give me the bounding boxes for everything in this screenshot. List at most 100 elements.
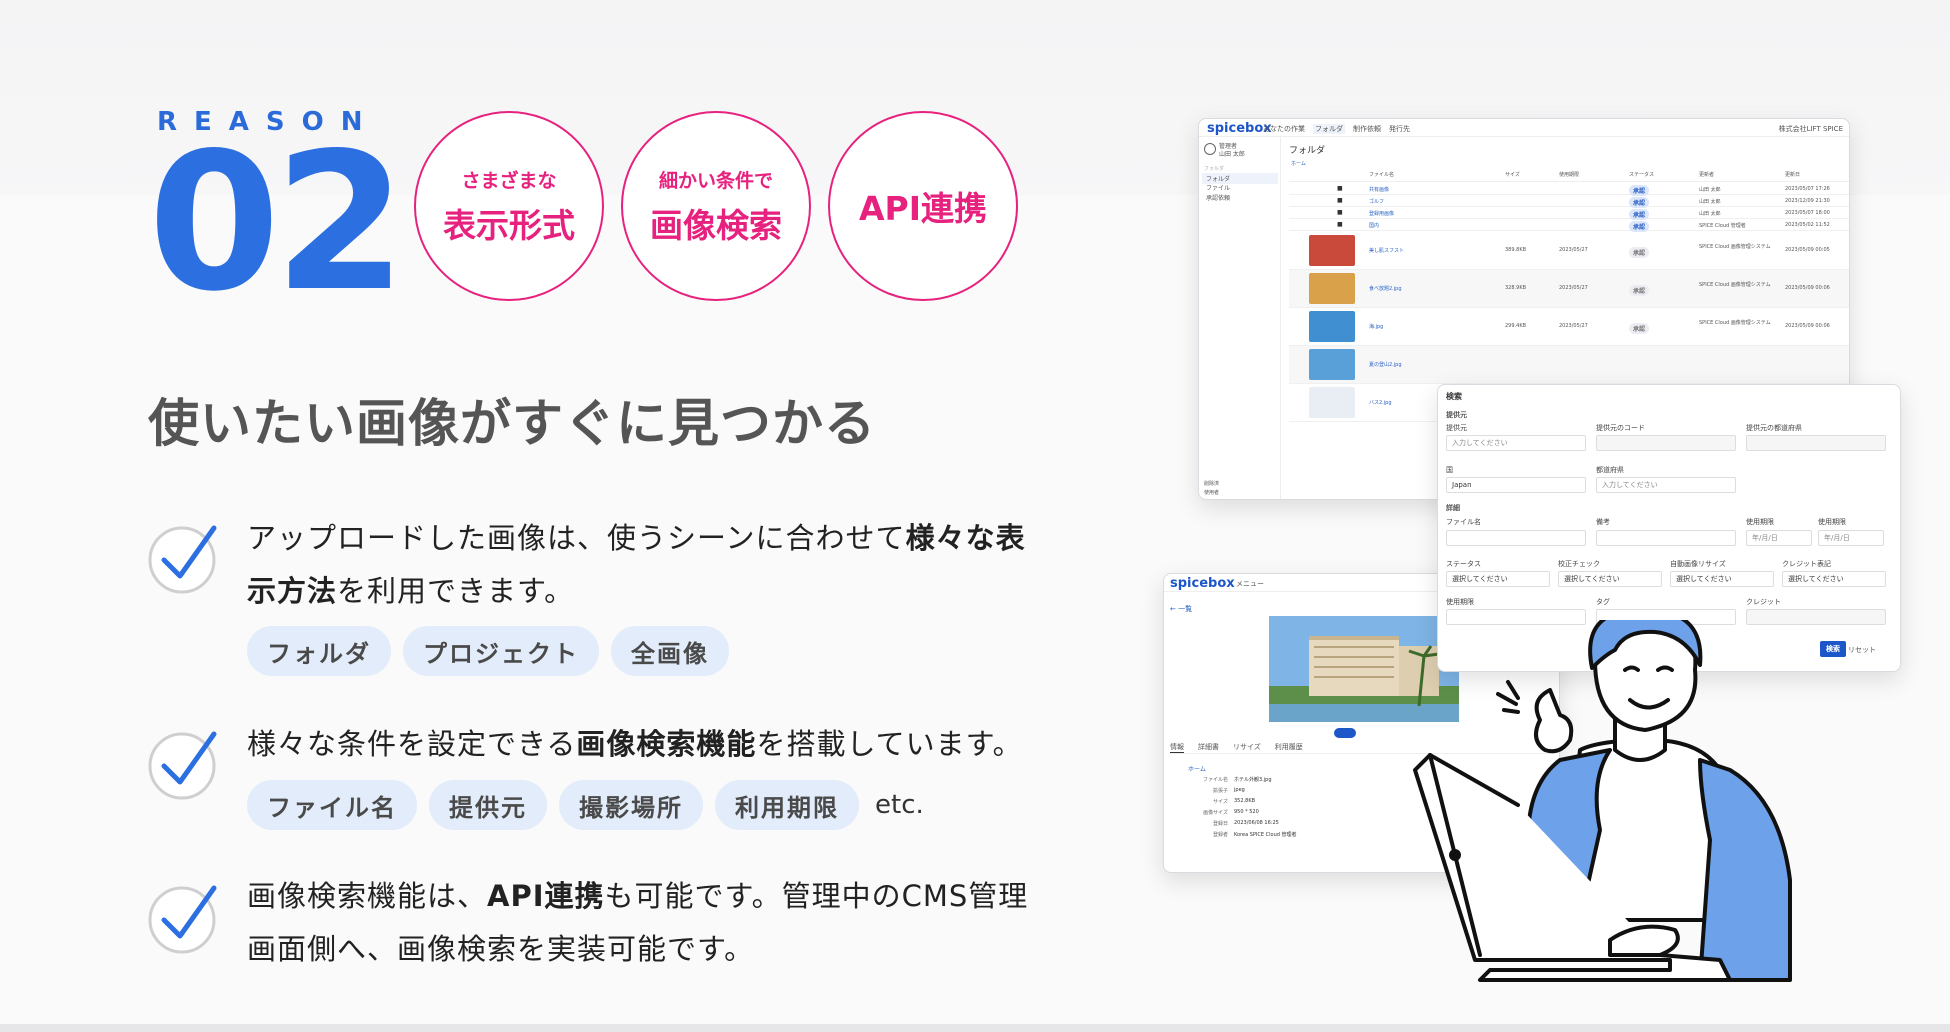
- check-icon: [148, 731, 217, 800]
- file-name[interactable]: 海.jpg: [1369, 323, 1383, 330]
- folder-name[interactable]: 登録用画像: [1369, 210, 1394, 217]
- image-thumbnail[interactable]: [1309, 387, 1355, 418]
- tag-list-2: ファイル名 提供元 撮影場所 利用期限 etc.: [247, 780, 924, 830]
- menu-label[interactable]: メニュー: [1236, 579, 1264, 589]
- headline: 使いたい画像がすぐに見つかる: [148, 395, 877, 454]
- folder-icon: ■: [1337, 209, 1343, 216]
- image-thumbnail[interactable]: [1309, 235, 1355, 266]
- breadcrumb[interactable]: ホーム: [1291, 160, 1306, 167]
- property-value: jpeg: [1234, 787, 1245, 793]
- reset-button[interactable]: リセット: [1848, 645, 1876, 655]
- proof-select[interactable]: 選択してください: [1558, 571, 1662, 587]
- file-row[interactable]: 海.jpg 299.4KB 2023/05/27 承認 SPICE Cloud 画像管理…: [1289, 308, 1849, 346]
- provider-pref-input[interactable]: [1746, 435, 1886, 451]
- tag-list-1: フォルダ プロジェクト 全画像: [247, 626, 729, 676]
- badge-small-text: さまざまな: [461, 169, 557, 192]
- label-provider-code: 提供元のコード: [1596, 424, 1645, 432]
- page-title: フォルダ: [1289, 146, 1326, 156]
- property-label: 画像サイズ: [1203, 810, 1228, 816]
- expiry-to-input[interactable]: 年/月/日: [1818, 530, 1884, 546]
- folder-name[interactable]: 国内: [1369, 222, 1379, 229]
- sidebar-item-approval[interactable]: 承認依頼: [1206, 193, 1230, 202]
- property-value: 950 * 520: [1234, 809, 1259, 815]
- tab-history[interactable]: 利用履歴: [1275, 742, 1303, 753]
- col-header: ファイル名: [1369, 172, 1395, 178]
- label-provider-pref: 提供元の都道府県: [1746, 424, 1802, 432]
- credit-select[interactable]: 選択してください: [1782, 571, 1886, 587]
- file-user: SPICE Cloud 画像管理システム: [1699, 244, 1771, 250]
- label-auto-resize: 自動画像リサイズ: [1670, 560, 1726, 568]
- image-thumbnail[interactable]: [1309, 311, 1355, 342]
- tab-details[interactable]: 詳細書: [1198, 742, 1219, 753]
- label-notes: 備考: [1596, 518, 1610, 526]
- file-name[interactable]: 食べ放題2.jpg: [1369, 285, 1402, 292]
- file-name[interactable]: 美し肌スフスト: [1369, 247, 1404, 254]
- prefecture-select[interactable]: 入力してください: [1596, 477, 1736, 493]
- folder-name[interactable]: 共有画像: [1369, 186, 1389, 193]
- table-header: ファイル名 サイズ 使用期限 ステータス 更新者 更新日: [1289, 171, 1849, 182]
- label-filename: ファイル名: [1446, 518, 1481, 526]
- detail-breadcrumb[interactable]: ホーム: [1188, 764, 1206, 773]
- folder-name[interactable]: ゴルフ: [1369, 198, 1384, 205]
- file-user: SPICE Cloud 画像管理システム: [1699, 282, 1771, 288]
- col-header: ステータス: [1629, 172, 1655, 178]
- file-name[interactable]: バス2.jpg: [1369, 399, 1392, 406]
- section-provider: 提供元: [1446, 411, 1467, 419]
- col-header: 更新日: [1785, 172, 1801, 178]
- tag-provider: 提供元: [429, 780, 547, 830]
- file-limit: 2023/05/27: [1559, 247, 1588, 253]
- resize-select[interactable]: 選択してください: [1670, 571, 1774, 587]
- file-date: 2023/05/09 00:05: [1785, 247, 1830, 253]
- tag-location: 撮影場所: [559, 780, 703, 830]
- folder-row[interactable]: ■ 国内 承認 SPICE Cloud 管理者 2023/05/02 11:52: [1289, 219, 1849, 232]
- folder-icon: ■: [1337, 221, 1343, 228]
- badge-display-formats: さまざまな 表示形式: [414, 111, 604, 301]
- country-select[interactable]: Japan: [1446, 477, 1586, 493]
- col-header: 更新者: [1699, 172, 1715, 178]
- property-value: Korea SPICE Cloud 管理者: [1234, 832, 1297, 838]
- sidebar-footer-trash[interactable]: 削除済: [1204, 480, 1219, 487]
- file-user: SPICE Cloud 画像管理システム: [1699, 320, 1771, 326]
- badge-large-text: API連携: [858, 189, 987, 228]
- toggle-switch[interactable]: [1334, 728, 1356, 738]
- back-link[interactable]: ← 一覧: [1170, 604, 1192, 614]
- sidebar-item-file[interactable]: ファイル: [1206, 183, 1230, 192]
- provider-input[interactable]: 入力してください: [1446, 435, 1586, 451]
- tag-folder: フォルダ: [247, 626, 391, 676]
- provider-code-input[interactable]: [1596, 435, 1736, 451]
- status-select[interactable]: 選択してください: [1446, 571, 1550, 587]
- image-thumbnail[interactable]: [1309, 349, 1355, 380]
- folder-row[interactable]: ■ ゴルフ 承認 山田 太郎 2023/12/09 21:30: [1289, 195, 1849, 208]
- folder-row[interactable]: ■ 共有画像 承認 山田 太郎 2023/05/07 17:26: [1289, 183, 1849, 196]
- file-row[interactable]: 美し肌スフスト 389.8KB 2023/05/27 承認 SPICE Cloud 画像…: [1289, 232, 1849, 270]
- property-label: 登録日: [1212, 821, 1228, 827]
- sidebar-footer-users[interactable]: 使用者: [1204, 489, 1219, 496]
- search-button[interactable]: 検索: [1820, 641, 1846, 657]
- label-status: ステータス: [1446, 560, 1481, 568]
- status-badge: 承認: [1629, 221, 1650, 232]
- updated-by: 山田 太郎: [1699, 199, 1721, 205]
- folder-row[interactable]: ■ 登録用画像 承認 山田 太郎 2023/05/07 18:00: [1289, 207, 1849, 220]
- updated-at: 2023/05/07 17:26: [1785, 186, 1830, 192]
- nav-item: 発行先: [1389, 125, 1410, 133]
- tag-expiry: 利用期限: [715, 780, 859, 830]
- property-value: 2023/06/08 16:25: [1234, 820, 1279, 826]
- nav-item: フォルダ: [1313, 124, 1345, 134]
- file-name[interactable]: 夏の登山2.jpg: [1369, 361, 1402, 368]
- person-laptop-illustration: [1413, 620, 1792, 982]
- file-status: 承認: [1629, 285, 1650, 296]
- tab-info[interactable]: 情報: [1170, 742, 1184, 753]
- file-limit: 2023/05/27: [1559, 323, 1588, 329]
- filename-input[interactable]: [1446, 530, 1586, 546]
- file-row[interactable]: 食べ放題2.jpg 328.9KB 2023/05/27 承認 SPICE Cloud …: [1289, 270, 1849, 308]
- expiry-from-input[interactable]: 年/月/日: [1746, 530, 1812, 546]
- col-header: サイズ: [1505, 172, 1520, 178]
- tags-etc: etc.: [875, 790, 924, 820]
- tab-resize[interactable]: リサイズ: [1233, 742, 1261, 753]
- file-row[interactable]: 夏の登山2.jpg: [1289, 346, 1849, 384]
- label-proof: 校正チェック: [1558, 560, 1600, 568]
- image-thumbnail[interactable]: [1309, 273, 1355, 304]
- label-country: 国: [1446, 466, 1453, 474]
- notes-input[interactable]: [1596, 530, 1736, 546]
- feature-text-3: 画像検索機能は、API連携も可能です。管理中のCMS管理画面側へ、画像検索を実装…: [247, 879, 1029, 966]
